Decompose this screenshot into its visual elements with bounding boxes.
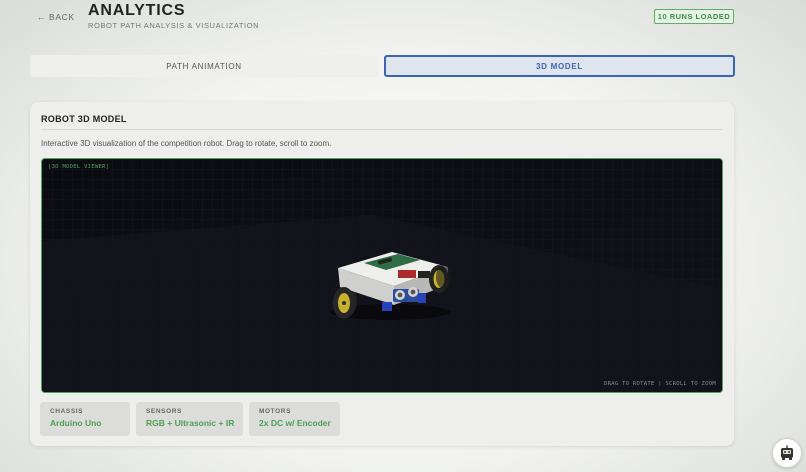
page-header: ← BACK ANALYTICS ROBOT PATH ANALYSIS & V… — [0, 0, 806, 50]
spec-label: MOTORS — [259, 408, 292, 415]
robot-icon — [781, 445, 793, 460]
viewer-label: [3D MODEL VIEWER] — [48, 164, 110, 170]
card-description: Interactive 3D visualization of the comp… — [41, 139, 332, 148]
page-title: ANALYTICS — [88, 2, 186, 19]
spec-card-motors: MOTORS 2x DC w/ Encoder — [249, 402, 340, 436]
view-tabs: PATH ANIMATION 3D MODEL — [30, 55, 735, 77]
runs-loaded-badge: 10 RUNS LOADED — [654, 9, 734, 24]
spec-label: CHASSIS — [50, 408, 84, 415]
viewer-controls-hint: DRAG TO ROTATE | SCROLL TO ZOOM — [604, 381, 716, 387]
spec-value: RGB + Ultrasonic + IR — [146, 418, 235, 428]
3d-scene — [42, 159, 722, 392]
spec-label: SENSORS — [146, 408, 182, 415]
spec-card-sensors: SENSORS RGB + Ultrasonic + IR — [136, 402, 243, 436]
spec-card-chassis: CHASSIS Arduino Uno — [40, 402, 130, 436]
tab-path-animation[interactable]: PATH ANIMATION — [30, 55, 378, 77]
robot-model-card: ROBOT 3D MODEL Interactive 3D visualizat… — [30, 102, 734, 446]
back-button[interactable]: ← BACK — [37, 12, 75, 22]
card-divider — [41, 129, 723, 130]
robot-assistant-button[interactable] — [772, 438, 802, 468]
spec-value: Arduino Uno — [50, 418, 102, 428]
3d-model-viewer[interactable]: [3D MODEL VIEWER] DRAG TO ROTATE | SCROL… — [41, 158, 723, 393]
tab-3d-model[interactable]: 3D MODEL — [384, 55, 735, 77]
page-subtitle: ROBOT PATH ANALYSIS & VISUALIZATION — [88, 21, 260, 30]
spec-value: 2x DC w/ Encoder — [259, 418, 331, 428]
card-title: ROBOT 3D MODEL — [41, 114, 127, 124]
